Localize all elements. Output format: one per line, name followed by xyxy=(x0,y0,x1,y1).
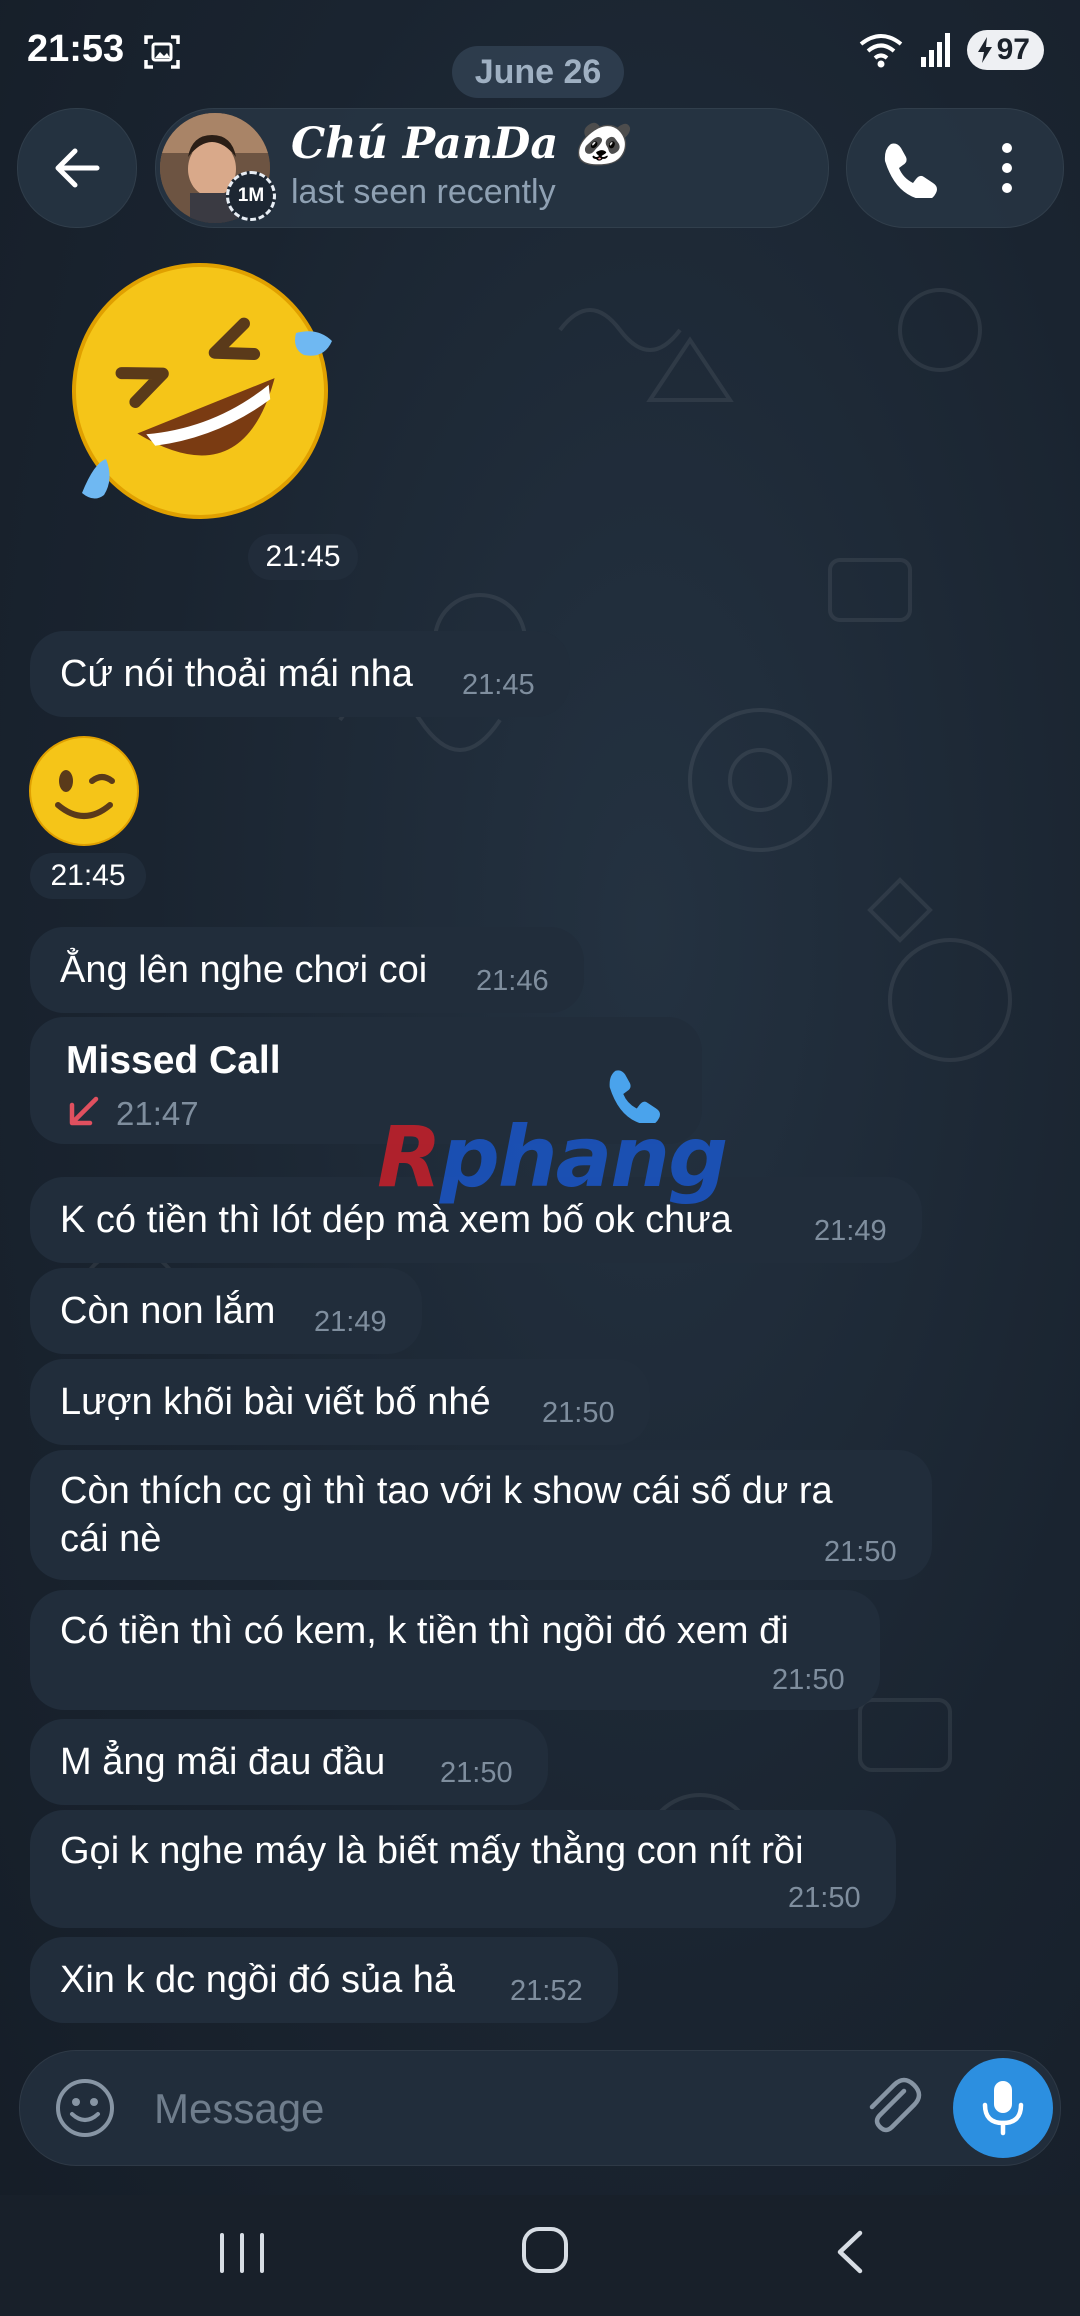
battery-icon: 97 xyxy=(966,30,1044,70)
message-composer xyxy=(19,2050,1061,2166)
paperclip-icon xyxy=(869,2077,922,2133)
message-text: Ẳng lên nghe chơi coi xyxy=(60,949,428,991)
message-time: 21:46 xyxy=(476,965,549,997)
signal-icon xyxy=(920,33,950,67)
back-button[interactable] xyxy=(17,108,137,228)
system-back-button[interactable] xyxy=(832,2227,868,2277)
more-options-button[interactable] xyxy=(987,138,1027,198)
message-text: Xin k dc ngồi đó sủa hả xyxy=(60,1959,456,2001)
message-bubble[interactable]: Lượn khõi bài viết bố nhé 21:50 xyxy=(30,1359,650,1445)
contact-name: Chú PanDa 🐼 xyxy=(291,119,627,169)
watermark-text: phang xyxy=(439,1108,729,1206)
system-navigation-bar xyxy=(0,2195,1080,2316)
contact-profile[interactable]: 1M Chú PanDa 🐼 last seen recently xyxy=(155,108,829,228)
message-time: 21:49 xyxy=(814,1215,887,1247)
recent-apps-button[interactable] xyxy=(212,2231,272,2275)
screenshot-icon xyxy=(144,35,180,69)
call-button[interactable] xyxy=(877,138,937,198)
smile-icon xyxy=(56,2079,114,2137)
message-time: 21:50 xyxy=(542,1397,615,1429)
emoji-wink-sticker[interactable] xyxy=(28,735,140,847)
message-bubble[interactable]: Còn non lắm 21:49 xyxy=(30,1268,422,1354)
battery-level: 97 xyxy=(996,33,1030,66)
message-text: Lượn khõi bài viết bố nhé xyxy=(60,1381,491,1423)
emoji-rofl-sticker[interactable] xyxy=(64,255,336,527)
wifi-icon xyxy=(859,34,902,68)
message-time: 21:50 xyxy=(788,1882,861,1914)
home-button[interactable] xyxy=(520,2225,570,2275)
message-time: 21:52 xyxy=(510,1975,583,2007)
missed-call-time: 21:47 xyxy=(116,1095,199,1132)
message-time: 21:50 xyxy=(440,1757,513,1789)
message-text: Gọi k nghe máy là biết mấy thằng con nít… xyxy=(60,1830,804,1872)
message-bubble[interactable]: Ẳng lên nghe chơi coi 21:46 xyxy=(30,927,584,1013)
message-text-line-1: Còn thích cc gì thì tao với k show cái s… xyxy=(60,1470,833,1512)
message-bubble[interactable]: Cứ nói thoải mái nha 21:45 xyxy=(30,631,570,717)
emoji-keyboard-button[interactable] xyxy=(54,2077,116,2139)
phone-icon xyxy=(884,143,937,198)
watermark-logo: Rphang xyxy=(377,1108,729,1206)
contact-status: last seen recently xyxy=(291,173,556,211)
message-time: 21:50 xyxy=(772,1664,845,1696)
message-bubble[interactable]: Gọi k nghe máy là biết mấy thằng con nít… xyxy=(30,1810,896,1928)
attach-button[interactable] xyxy=(860,2075,926,2141)
microphone-icon xyxy=(982,2081,1024,2136)
message-time: 21:45 xyxy=(462,669,535,701)
message-text: Còn non lắm xyxy=(60,1290,276,1332)
bolt-icon xyxy=(977,37,992,63)
missed-call-arrow-icon xyxy=(69,1096,99,1126)
message-bubble[interactable]: Xin k dc ngồi đó sủa hả 21:52 xyxy=(30,1937,618,2023)
message-text: M ẳng mãi đau đầu xyxy=(60,1741,386,1783)
message-bubble[interactable]: M ẳng mãi đau đầu 21:50 xyxy=(30,1719,548,1805)
date-label: June 26 xyxy=(452,46,624,98)
message-time: 21:45 xyxy=(248,534,358,580)
watermark-initial: R xyxy=(377,1108,442,1206)
message-input[interactable] xyxy=(152,2073,836,2145)
message-bubble[interactable]: Còn thích cc gì thì tao với k show cái s… xyxy=(30,1450,932,1580)
message-text: Có tiền thì có kem, k tiền thì ngồi đó x… xyxy=(60,1610,789,1652)
status-time: 21:53 xyxy=(27,28,125,70)
missed-call-title: Missed Call xyxy=(66,1039,281,1082)
voice-record-button[interactable] xyxy=(953,2058,1053,2158)
header-actions xyxy=(846,108,1064,228)
message-text-line-2: cái nè xyxy=(60,1518,162,1560)
message-time: 21:49 xyxy=(314,1306,387,1338)
message-text: Cứ nói thoải mái nha xyxy=(60,653,413,695)
message-time: 21:50 xyxy=(824,1536,897,1568)
message-time: 21:45 xyxy=(30,853,146,899)
arrow-left-icon xyxy=(55,148,100,188)
story-badge: 1M xyxy=(226,171,276,221)
message-bubble[interactable]: Có tiền thì có kem, k tiền thì ngồi đó x… xyxy=(30,1590,880,1710)
